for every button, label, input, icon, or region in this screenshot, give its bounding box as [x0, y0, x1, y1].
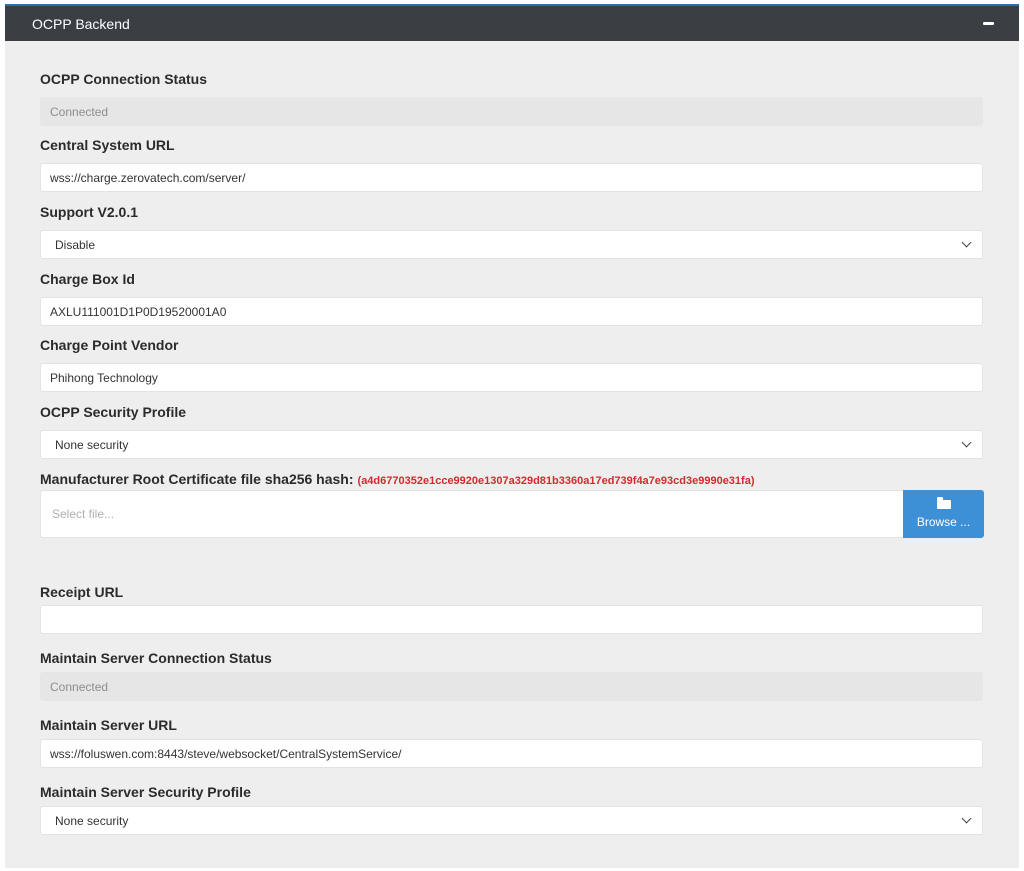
vendor-input[interactable]: Phihong Technology: [40, 363, 983, 392]
maintain-security-value: None security: [55, 813, 129, 828]
maintain-status-label: Maintain Server Connection Status: [40, 650, 272, 666]
browse-button[interactable]: Browse ...: [903, 490, 984, 538]
root-cert-placeholder: Select file...: [52, 507, 115, 521]
central-url-input[interactable]: wss://charge.zerovatech.com/server/: [40, 163, 983, 192]
support-v201-select[interactable]: Disable: [40, 230, 983, 259]
folder-open-icon: [936, 496, 951, 509]
security-profile-label: OCPP Security Profile: [40, 404, 187, 420]
receipt-url-input[interactable]: [40, 605, 983, 634]
support-v201-label: Support V2.0.1: [40, 204, 139, 220]
maintain-url-label: Maintain Server URL: [40, 717, 177, 733]
receipt-url-label: Receipt URL: [40, 584, 124, 600]
vendor-value: Phihong Technology: [50, 370, 158, 385]
maintain-security-label: Maintain Server Security Profile: [40, 784, 251, 800]
panel-title: OCPP Backend: [32, 15, 130, 32]
ocpp-status-field: Connected: [40, 97, 983, 126]
charge-box-id-label: Charge Box Id: [40, 271, 135, 287]
chevron-down-icon: [961, 437, 972, 448]
charge-box-id-input[interactable]: AXLU111001D1P0D19520001A0: [40, 297, 983, 326]
panel-header[interactable]: OCPP Backend: [5, 6, 1019, 41]
charge-box-id-value: AXLU111001D1P0D19520001A0: [50, 304, 227, 319]
maintain-status-field: Connected: [40, 672, 983, 701]
central-url-value: wss://charge.zerovatech.com/server/: [50, 170, 246, 185]
ocpp-status-label: OCPP Connection Status: [40, 71, 207, 87]
central-url-label: Central System URL: [40, 137, 175, 153]
chevron-down-icon: [961, 237, 972, 248]
ocpp-status-value: Connected: [50, 104, 109, 119]
maintain-url-input[interactable]: wss://foluswen.com:8443/steve/websocket/…: [40, 739, 983, 768]
maintain-security-select[interactable]: None security: [40, 806, 983, 835]
maintain-url-value: wss://foluswen.com:8443/steve/websocket/…: [50, 746, 402, 761]
chevron-down-icon: [961, 813, 972, 824]
security-profile-value: None security: [55, 437, 129, 452]
support-v201-value: Disable: [55, 237, 96, 252]
root-cert-label: Manufacturer Root Certificate file sha25…: [40, 471, 755, 487]
security-profile-select[interactable]: None security: [40, 430, 983, 459]
root-cert-hash: (a4d6770352e1cce9920e1307a329d81b3360a17…: [357, 475, 755, 487]
browse-label: Browse ...: [916, 514, 971, 529]
minus-icon[interactable]: [983, 22, 994, 25]
root-cert-label-text: Manufacturer Root Certificate file sha25…: [40, 471, 354, 487]
root-cert-file-input[interactable]: Select file...: [40, 490, 903, 538]
maintain-status-value: Connected: [50, 679, 109, 694]
root-cert-file-group: Select file... Browse ...: [40, 490, 984, 538]
vendor-label: Charge Point Vendor: [40, 337, 179, 353]
